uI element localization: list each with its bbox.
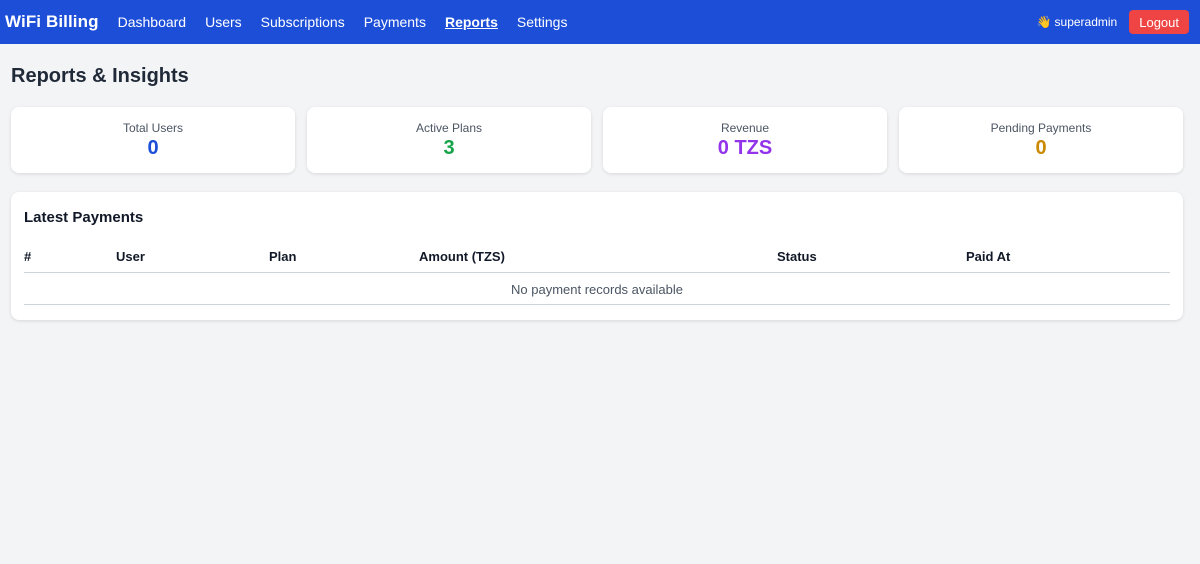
stats-row: Total Users 0 Active Plans 3 Revenue 0 T… [11, 107, 1183, 173]
top-navbar: WiFi Billing Dashboard Users Subscriptio… [0, 0, 1200, 44]
stat-label: Revenue [720, 121, 770, 135]
column-header-paid-at: Paid At [966, 249, 1170, 273]
stat-card-active-plans: Active Plans 3 [307, 107, 591, 173]
stat-label: Pending Payments [990, 121, 1092, 135]
wave-hand-icon: 👋 [1036, 15, 1052, 29]
nav-left: WiFi Billing Dashboard Users Subscriptio… [5, 12, 586, 32]
nav-link-payments[interactable]: Payments [364, 14, 426, 30]
table-row: No payment records available [24, 272, 1170, 305]
stat-label: Total Users [122, 121, 184, 135]
latest-payments-panel: Latest Payments # User Plan Amount (TZS)… [11, 192, 1183, 320]
column-header-user: User [116, 249, 269, 273]
brand-logo[interactable]: WiFi Billing [5, 12, 99, 32]
logout-button[interactable]: Logout [1129, 10, 1189, 34]
nav-link-dashboard[interactable]: Dashboard [118, 14, 187, 30]
user-greeting: 👋 superadmin [1037, 15, 1118, 29]
column-header-index: # [24, 249, 116, 273]
stat-value: 0 [1035, 137, 1047, 159]
stat-value: 0 [147, 137, 159, 159]
nav-right: 👋 superadmin Logout [1037, 10, 1189, 34]
username-label: superadmin [1054, 15, 1118, 29]
payments-table: # User Plan Amount (TZS) Status Paid At … [24, 249, 1170, 305]
stat-card-revenue: Revenue 0 TZS [603, 107, 887, 173]
table-header-row: # User Plan Amount (TZS) Status Paid At [24, 249, 1170, 273]
stat-card-total-users: Total Users 0 [11, 107, 295, 173]
page-title: Reports & Insights [11, 65, 189, 87]
stat-value: 3 [443, 137, 455, 159]
stat-value: 0 TZS [717, 137, 773, 159]
nav-link-reports[interactable]: Reports [445, 14, 498, 30]
column-header-amount: Amount (TZS) [419, 249, 777, 273]
nav-link-subscriptions[interactable]: Subscriptions [261, 14, 345, 30]
main-content: Reports & Insights Total Users 0 Active … [0, 65, 1200, 320]
column-header-plan: Plan [269, 249, 419, 273]
nav-link-settings[interactable]: Settings [517, 14, 568, 30]
column-header-status: Status [777, 249, 966, 273]
stat-card-pending-payments: Pending Payments 0 [899, 107, 1183, 173]
stat-label: Active Plans [415, 121, 483, 135]
nav-link-users[interactable]: Users [205, 14, 242, 30]
panel-title: Latest Payments [24, 209, 144, 226]
empty-state-message: No payment records available [24, 272, 1170, 305]
